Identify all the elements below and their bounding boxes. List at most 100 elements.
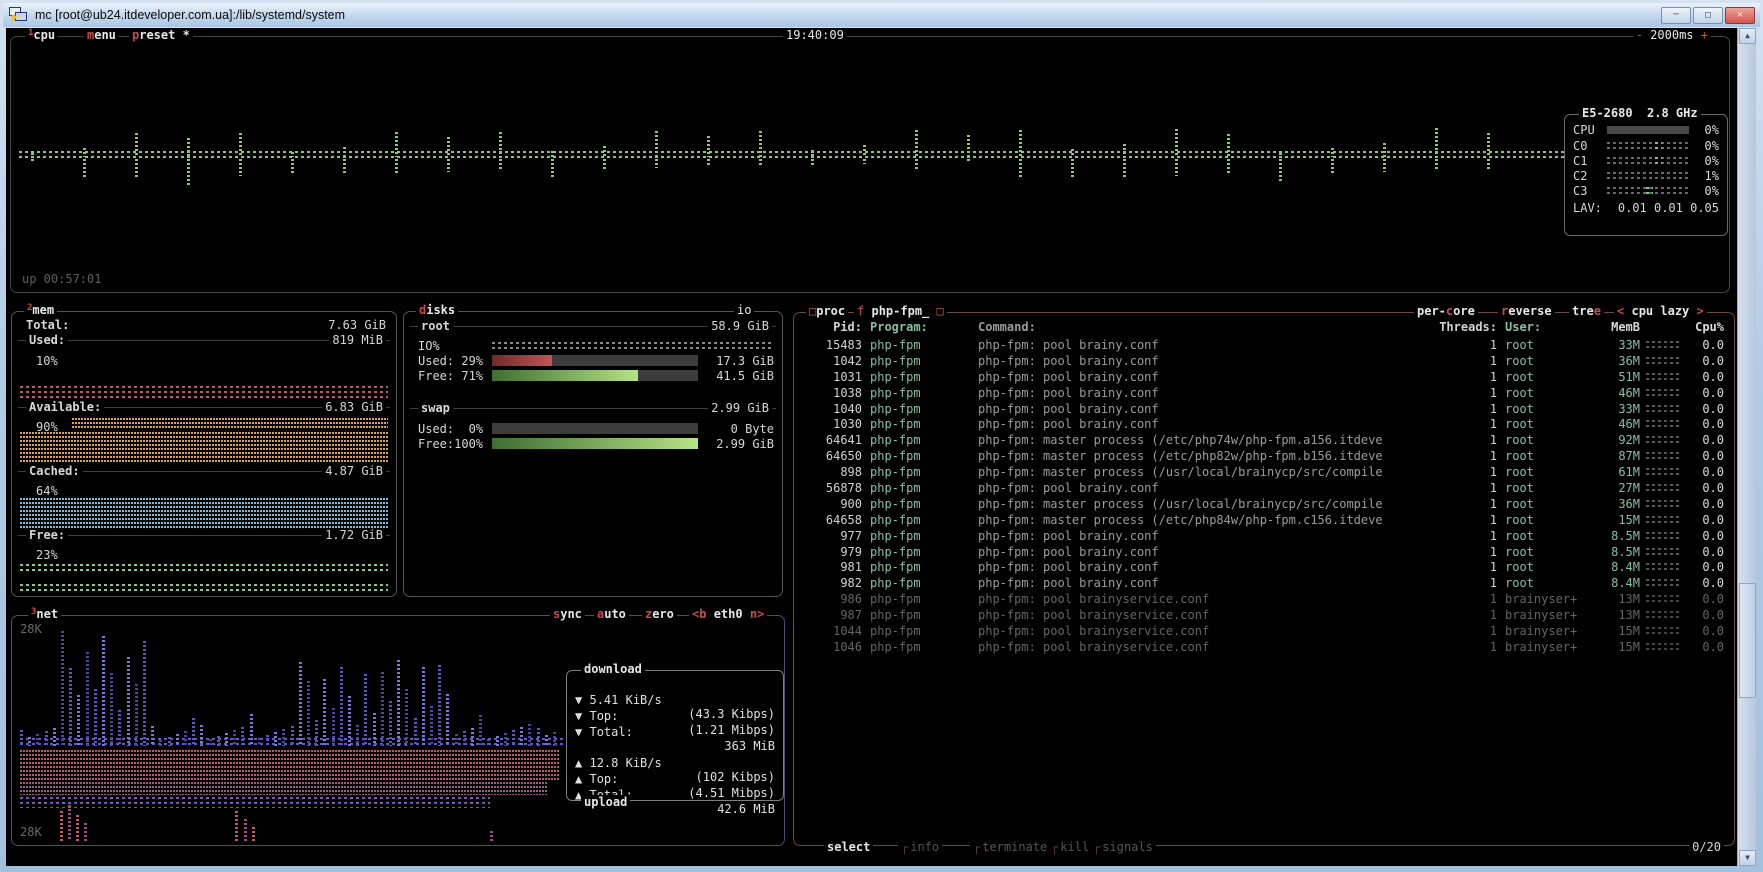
footer-kill[interactable]: kill xyxy=(1048,840,1092,854)
process-program: php-fpm xyxy=(870,529,974,543)
process-mem-meter xyxy=(1646,643,1682,651)
close-button[interactable]: ✕ xyxy=(1725,7,1755,24)
process-mem-meter xyxy=(1646,548,1682,556)
per-core-toggle[interactable]: per-core xyxy=(1414,304,1478,318)
process-user: root xyxy=(1505,338,1600,352)
reverse-toggle[interactable]: reverse xyxy=(1498,304,1555,318)
cpu-model-label: E5-2680 2.8 GHz xyxy=(1579,106,1701,120)
process-threads: 1 xyxy=(1433,433,1497,447)
process-pid: 1040 xyxy=(800,402,862,416)
process-row[interactable]: 977 php-fpm php-fpm: pool brainy.conf 1 … xyxy=(794,528,1734,544)
process-command: php-fpm: pool brainyservice.conf xyxy=(978,608,1433,622)
scroll-up-arrow[interactable]: ▲ xyxy=(1739,28,1756,44)
process-user: root xyxy=(1505,370,1600,384)
terminal-scrollbar[interactable]: ▲ ▼ xyxy=(1737,28,1756,866)
process-row[interactable]: 982 php-fpm php-fpm: pool brainy.conf 1 … xyxy=(794,575,1734,591)
process-command: php-fpm: pool brainy.conf xyxy=(978,529,1433,543)
window-title: mc [root@ub24.itdeveloper.com.ua]:/lib/s… xyxy=(35,8,345,22)
io-mode-toggle[interactable]: io xyxy=(734,303,754,317)
process-filter-input[interactable]: f php-fpm_ □ xyxy=(854,304,947,318)
process-command: php-fpm: pool brainy.conf xyxy=(978,370,1433,384)
process-program: php-fpm xyxy=(870,513,974,527)
process-row[interactable]: 15483 php-fpm php-fpm: pool brainy.conf … xyxy=(794,337,1734,353)
process-mem: 33M xyxy=(1600,338,1640,352)
process-threads: 1 xyxy=(1433,560,1497,574)
footer-info[interactable]: info xyxy=(898,840,942,854)
process-program: php-fpm xyxy=(870,433,974,447)
process-command: php-fpm: master process (/usr/local/brai… xyxy=(978,497,1433,511)
process-row[interactable]: 986 php-fpm php-fpm: pool brainyservice.… xyxy=(794,591,1734,607)
download-label: download xyxy=(581,662,645,676)
process-mem-meter xyxy=(1646,579,1682,587)
process-row[interactable]: 900 php-fpm php-fpm: master process (/us… xyxy=(794,496,1734,512)
footer-signals[interactable]: signals xyxy=(1090,840,1156,854)
mem-available-graph2 xyxy=(20,432,388,464)
process-row[interactable]: 1040 php-fpm php-fpm: pool brainy.conf 1… xyxy=(794,401,1734,417)
process-row[interactable]: 56878 php-fpm php-fpm: pool brainy.conf … xyxy=(794,480,1734,496)
disks-box-title[interactable]: disks xyxy=(416,303,458,317)
process-row[interactable]: 981 php-fpm php-fpm: pool brainy.conf 1 … xyxy=(794,559,1734,575)
process-threads: 1 xyxy=(1433,449,1497,463)
memory-box-title[interactable]: 2mem xyxy=(24,303,57,317)
process-threads: 1 xyxy=(1433,513,1497,527)
iface-next-button[interactable]: n> xyxy=(750,607,764,621)
process-threads: 1 xyxy=(1433,576,1497,590)
process-row[interactable]: 1044 php-fpm php-fpm: pool brainyservice… xyxy=(794,623,1734,639)
mem-free-graph xyxy=(20,564,388,574)
process-row[interactable]: 1031 php-fpm php-fpm: pool brainy.conf 1… xyxy=(794,369,1734,385)
process-threads: 1 xyxy=(1433,497,1497,511)
tree-toggle[interactable]: tree xyxy=(1569,304,1604,318)
process-box-title[interactable]: □proc xyxy=(806,304,848,318)
process-user: brainyser+ xyxy=(1505,640,1600,654)
disk-root-free-bar xyxy=(492,370,698,381)
footer-terminate[interactable]: terminate xyxy=(970,840,1050,854)
process-command: php-fpm: pool brainy.conf xyxy=(978,545,1433,559)
process-row[interactable]: 979 php-fpm php-fpm: pool brainy.conf 1 … xyxy=(794,544,1734,560)
core0-meter xyxy=(1607,142,1689,150)
scrollbar-thumb[interactable] xyxy=(1739,583,1756,698)
process-mem-meter xyxy=(1646,611,1682,619)
disk-root-used-bar xyxy=(492,355,698,366)
iface-prev-button[interactable]: <b xyxy=(692,607,706,621)
scroll-down-arrow[interactable]: ▼ xyxy=(1739,850,1756,866)
process-user: root xyxy=(1505,545,1600,559)
process-threads: 1 xyxy=(1433,608,1497,622)
net-zero-toggle[interactable]: zero xyxy=(642,607,677,621)
download-rate-row: ▼ 5.41 KiB/s (43.3 Kibps) xyxy=(575,679,775,693)
process-row[interactable]: 64641 php-fpm php-fpm: master process (/… xyxy=(794,432,1734,448)
window-titlebar[interactable]: mc [root@ub24.itdeveloper.com.ua]:/lib/s… xyxy=(3,3,1760,27)
maximize-button[interactable]: □ xyxy=(1693,7,1723,24)
minimize-button[interactable]: ─ xyxy=(1661,7,1691,24)
process-cpu: 0.0 xyxy=(1682,576,1724,590)
network-box-title[interactable]: 3net xyxy=(28,607,61,621)
net-auto-toggle[interactable]: auto xyxy=(594,607,629,621)
process-row[interactable]: 987 php-fpm php-fpm: pool brainyservice.… xyxy=(794,607,1734,623)
process-mem: 15M xyxy=(1600,513,1640,527)
process-row[interactable]: 1030 php-fpm php-fpm: pool brainy.conf 1… xyxy=(794,416,1734,432)
process-row[interactable]: 898 php-fpm php-fpm: master process (/us… xyxy=(794,464,1734,480)
sort-next-button[interactable]: > xyxy=(1697,304,1704,318)
process-user: root xyxy=(1505,497,1600,511)
terminal-screen: 1cpu menu preset * 19:40:09 - 2000ms + E… xyxy=(6,28,1737,866)
process-row[interactable]: 1038 php-fpm php-fpm: pool brainy.conf 1… xyxy=(794,385,1734,401)
process-pid: 64650 xyxy=(800,449,862,463)
process-row[interactable]: 64658 php-fpm php-fpm: master process (/… xyxy=(794,512,1734,528)
process-command: php-fpm: master process (/usr/local/brai… xyxy=(978,465,1433,479)
footer-select[interactable]: select xyxy=(824,840,873,854)
process-threads: 1 xyxy=(1433,465,1497,479)
process-cpu: 0.0 xyxy=(1682,497,1724,511)
process-command: php-fpm: pool brainyservice.conf xyxy=(978,640,1433,654)
disk-root-row: root 58.9 GiB xyxy=(410,326,776,327)
process-row[interactable]: 1042 php-fpm php-fpm: pool brainy.conf 1… xyxy=(794,353,1734,369)
cpu-usage-graph xyxy=(11,37,1729,292)
sort-prev-button[interactable]: < xyxy=(1617,304,1624,318)
disk-swap-used-bar xyxy=(492,423,698,434)
load-average-row: LAV: 0.01 0.01 0.05 xyxy=(1573,201,1719,215)
net-sync-toggle[interactable]: sync xyxy=(550,607,585,621)
process-cpu: 0.0 xyxy=(1682,545,1724,559)
process-user: root xyxy=(1505,449,1600,463)
process-mem: 36M xyxy=(1600,354,1640,368)
process-row[interactable]: 64650 php-fpm php-fpm: master process (/… xyxy=(794,448,1734,464)
process-row[interactable]: 1046 php-fpm php-fpm: pool brainyservice… xyxy=(794,639,1734,655)
process-threads: 1 xyxy=(1433,417,1497,431)
